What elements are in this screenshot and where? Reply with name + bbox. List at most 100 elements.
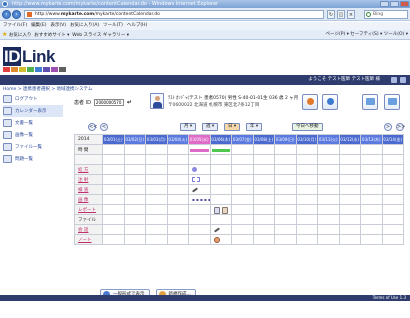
sidebar-item-calendar[interactable]: カレンダー表示 [3,105,63,117]
window-title: http://www.mykarte.com/mykarte/contentCa… [12,1,219,7]
address-bar[interactable]: http://www.mykarte.com/mykarte/contentCa… [24,10,324,19]
day-header[interactable]: 03/01(土) [102,134,125,145]
window-titlebar: http://www.mykarte.com/mykarte/contentCa… [0,0,410,8]
row-label-imaging[interactable]: 画 像 [74,194,103,205]
day-header[interactable]: 03/06(木) [209,134,232,145]
fav-web-slice[interactable]: Web スライス ギャラリー ▾ [72,33,129,38]
row-label-lab[interactable]: 検 査 [74,184,103,195]
stop-icon[interactable]: × [347,10,355,19]
calendar-row-prescription: 処 方 [74,164,404,175]
spacer-row [74,154,404,165]
logout-icon[interactable] [400,77,406,83]
footer-bar: Terms of Use 1.3 [0,295,410,301]
event-bar-pink[interactable] [190,149,209,152]
menu-favorites[interactable]: お気に入り(A) [70,22,99,30]
header-banner: ようこそ テスト医師 テスト医師 様 [0,75,410,85]
view-year-button[interactable]: 年 ▾ [246,123,263,131]
enter-icon[interactable]: ↵ [127,99,132,106]
logout-icon [3,95,12,103]
prev-day-button[interactable]: < [100,123,108,131]
day-header[interactable]: 03/09(日) [274,134,297,145]
patient-id-input[interactable] [93,99,124,106]
calendar-grid: 2014 03/01(土) 03/02(日) 03/03(月) 03/04(火)… [74,134,404,245]
sidebar-item-logout[interactable]: ログアウト [3,93,63,105]
back-icon[interactable]: ‹ [2,10,11,19]
refresh-icon[interactable]: ↻ [327,10,335,19]
report-attachment-icon[interactable] [221,207,228,214]
page-content: ID Link ようこそ テスト医師 テスト医師 様 Home > 連携患者選択 … [0,41,410,318]
sidebar-item-problems[interactable]: 問題一覧 [3,153,63,165]
view-week-button[interactable]: 週 ▾ [202,123,219,131]
calendar-header-row: 2014 03/01(土) 03/02(日) 03/03(月) 03/04(火)… [74,134,404,145]
compat-icon[interactable]: ◫ [337,10,345,19]
row-label-injection[interactable]: 注 射 [74,174,103,185]
day-header[interactable]: 03/03(月) [145,134,168,145]
maximize-button[interactable] [390,1,399,7]
lab-test-icon[interactable] [191,187,199,193]
menu-edit[interactable]: 編集(E) [31,22,46,30]
event-bar-green[interactable] [211,149,230,152]
calendar-row-conversation: 会 話 [74,224,404,235]
day-header[interactable]: 03/14(金) [381,134,404,145]
conversation-icon[interactable] [213,227,220,233]
main-panel: 患者 ID ↵ ﾃｽﾄ ｶﾝｼﾞｬ(テスト 患者0570) 男性 S-40-01… [70,93,408,308]
day-header[interactable]: 03/10(月) [295,134,318,145]
day-header[interactable]: 03/02(日) [123,134,146,145]
prev-period-button[interactable]: << [88,123,97,131]
patient-id-row: 患者 ID ↵ [74,99,132,106]
minimize-button[interactable] [380,1,389,7]
forward-icon[interactable]: › [12,10,21,19]
row-label-conversation[interactable]: 会 話 [74,224,103,235]
view-day-button[interactable]: 日 ▾ [224,123,241,131]
row-label-note[interactable]: ノート [74,234,103,245]
sidebar-item-files[interactable]: ファイル一覧 [3,141,63,153]
toolbar-action-2-icon[interactable] [384,94,400,110]
time-row: 時 間 [74,144,404,155]
patient-record-icon[interactable] [302,94,318,110]
prescription-icon[interactable] [192,167,197,172]
close-button[interactable] [400,1,409,7]
menu-help[interactable]: ヘルプ(H) [127,22,147,30]
user-icon[interactable] [391,77,397,83]
calendar-row-lab: 検 査 [74,184,404,195]
day-header[interactable]: 03/04(火) [166,134,189,145]
menu-tools[interactable]: ツール(T) [103,22,123,30]
menu-view[interactable]: 表示(V) [50,22,66,30]
note-icon[interactable] [213,237,220,243]
patient-name-line: ﾃｽﾄ ｶﾝｼﾞｬ(テスト 患者0570) 男性 S-40-01-01生 036… [168,96,299,101]
report-icon[interactable] [213,207,220,214]
view-month-button[interactable]: 月 ▾ [180,123,197,131]
command-bar[interactable]: ページ(P) ▾ セーフティ(S) ▾ ツール(O) ▾ [326,30,408,40]
breadcrumb[interactable]: Home > 連携患者選択 > 地域連携システム [3,86,92,92]
day-header-current[interactable]: 03/05(水) [188,134,211,145]
day-header[interactable]: 03/13(木) [360,134,383,145]
day-header[interactable]: 03/12(水) [338,134,361,145]
patient-share-icon[interactable] [322,94,338,110]
time-row-label: 時 間 [74,144,103,155]
injection-icon[interactable] [192,177,200,182]
menu-file[interactable]: ファイル(F) [3,22,27,30]
bing-icon [366,12,371,17]
day-header[interactable]: 03/11(火) [317,134,340,145]
favorites-button[interactable]: お気に入り [9,33,32,38]
next-day-button[interactable]: > [384,123,392,131]
patient-info: ﾃｽﾄ ｶﾝｼﾞｬ(テスト 患者0570) 男性 S-40-01-01生 036… [168,95,298,109]
row-label-prescription[interactable]: 処 方 [74,164,103,175]
go-today-button[interactable]: 今日へ移動 [292,123,323,131]
imaging-icon[interactable] [192,196,210,201]
menu-bar: ファイル(F) 編集(E) 表示(V) お気に入り(A) ツール(T) ヘルプ(… [0,22,410,30]
fav-suggested-sites[interactable]: おすすめサイト ▾ [34,33,69,38]
favorites-star-icon[interactable]: ★ [2,31,7,38]
calendar-row-file: ファイル [74,214,404,225]
patient-id-label: 患者 ID [74,100,91,106]
toolbar-action-1-icon[interactable] [362,94,378,110]
day-header[interactable]: 03/08(土) [252,134,275,145]
next-period-button[interactable]: >> [396,123,405,131]
search-input[interactable]: Bing [364,10,408,19]
sidebar-item-images[interactable]: 画像一覧 [3,129,63,141]
sidebar-item-documents[interactable]: 文書一覧 [3,117,63,129]
day-header[interactable]: 03/07(金) [231,134,254,145]
terms-link[interactable]: Terms of Use 1.3 [373,295,406,300]
patient-avatar [150,93,164,109]
row-label-report[interactable]: レポート [74,204,103,215]
